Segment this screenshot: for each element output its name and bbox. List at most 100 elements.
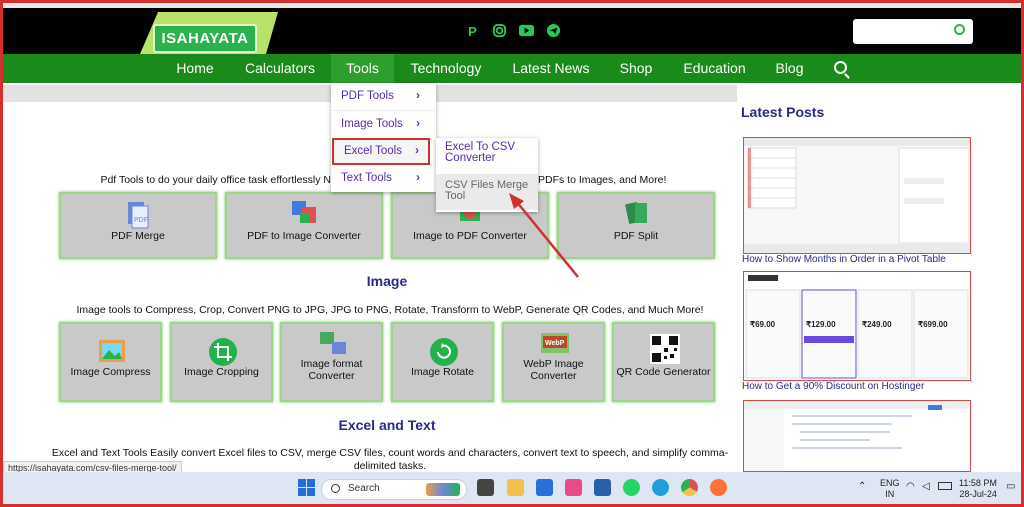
volume-icon[interactable]: ◁	[922, 481, 930, 492]
section-title-excel-text: Excel and Text	[338, 417, 436, 433]
section-title-image: Image	[366, 273, 408, 289]
chevron-up-icon[interactable]: ⌃	[858, 481, 866, 492]
submenu-excel-to-csv[interactable]: Excel To CSV Converter	[445, 141, 533, 164]
pdf-section-description: Pdf Tools to do your daily office task e…	[100, 174, 331, 186]
header-search-input[interactable]	[853, 19, 973, 44]
nav-calculators[interactable]: Calculators	[234, 54, 326, 83]
card-image-rotate[interactable]: Image Rotate	[391, 322, 494, 402]
menu-item-excel-tools[interactable]: Excel Tools ›	[332, 138, 430, 165]
menu-item-pdf-tools[interactable]: PDF Tools ›	[331, 83, 435, 110]
post-thumbnail-pivot[interactable]	[743, 137, 971, 254]
card-label: WebP Image Converter	[523, 358, 584, 382]
card-label: PDF to Image Converter	[247, 230, 361, 242]
post-thumbnail-code[interactable]	[743, 400, 971, 472]
post-link-pivot[interactable]: How to Show Months in Order in a Pivot T…	[742, 254, 946, 265]
pinterest-icon[interactable]: P	[464, 23, 481, 40]
card-image-compress[interactable]: Image Compress	[59, 322, 162, 402]
social-icons: P	[464, 23, 562, 40]
svg-text:WebP: WebP	[545, 340, 565, 347]
card-qr-code-generator[interactable]: QR Code Generator	[612, 322, 715, 402]
chevron-right-icon: ›	[416, 90, 420, 102]
price-single: ₹69.00	[750, 320, 776, 329]
card-pdf-merge[interactable]: PDF PDF Merge	[59, 192, 217, 259]
chevron-right-icon: ›	[415, 145, 419, 157]
submenu-csv-merge-tool[interactable]: CSV Files Merge Tool	[436, 174, 538, 210]
nav-education[interactable]: Education	[672, 54, 757, 83]
task-view-icon[interactable]	[477, 479, 494, 496]
search-icon	[331, 484, 340, 493]
nav-tools[interactable]: Tools	[331, 54, 394, 83]
nav-home[interactable]: Home	[165, 54, 225, 83]
wifi-icon[interactable]: ◠	[906, 481, 915, 492]
menu-item-label: Text Tools	[341, 172, 392, 184]
pdf-merge-icon: PDF	[124, 200, 152, 229]
price-premium: ₹129.00	[806, 320, 836, 329]
post-link-hostinger[interactable]: How to Get a 90% Discount on Hostinger	[742, 381, 924, 392]
whatsapp-icon[interactable]	[623, 479, 640, 496]
browser-top-strip	[0, 0, 1024, 8]
windows-start-icon[interactable]	[298, 479, 315, 496]
edge-icon[interactable]	[652, 479, 669, 496]
lang-line-1: ENG	[880, 478, 900, 488]
menu-item-label: Image Tools	[341, 118, 403, 130]
card-image-format-converter[interactable]: Image format Converter	[280, 322, 383, 402]
chevron-right-icon: ›	[416, 172, 420, 184]
notification-icon[interactable]: ▭	[1006, 481, 1015, 492]
image-section-description: Image tools to Compress, Crop, Convert P…	[76, 304, 704, 316]
chrome-icon[interactable]	[681, 479, 698, 496]
taskbar-search[interactable]: Search	[321, 479, 467, 500]
card-image-cropping[interactable]: Image Cropping	[170, 322, 273, 402]
taskbar-search-placeholder: Search	[348, 483, 380, 494]
store-icon[interactable]	[594, 479, 611, 496]
image-format-icon	[318, 330, 346, 358]
clock-date: 28-Jul-24	[959, 489, 997, 499]
instagram-icon[interactable]	[491, 23, 508, 40]
menu-item-text-tools[interactable]: Text Tools ›	[331, 165, 435, 192]
file-explorer-icon[interactable]	[507, 479, 524, 496]
card-label: Image Rotate	[410, 366, 475, 378]
menu-item-label: PDF Tools	[341, 90, 394, 102]
excel-section-description: Excel and Text Tools Easily convert Exce…	[51, 447, 729, 459]
lang-line-2: IN	[885, 489, 895, 499]
pdf-section-description-tail: PDFs to Images, and More!	[538, 174, 667, 186]
slack-icon[interactable]	[565, 479, 582, 496]
firefox-icon[interactable]	[710, 479, 727, 496]
price-cloud: ₹699.00	[918, 320, 948, 329]
site-logo[interactable]: ISAHAYATA	[153, 24, 257, 53]
card-label: Image Cropping	[184, 366, 259, 378]
card-pdf-split[interactable]: PDF Split	[557, 192, 715, 259]
pdf-to-image-icon	[290, 199, 318, 227]
price-business: ₹249.00	[862, 320, 892, 329]
post-thumbnail-hostinger[interactable]: ₹69.00 ₹129.00 ₹249.00 ₹699.00	[743, 271, 971, 381]
card-label: Image format Converter	[300, 358, 363, 382]
battery-icon[interactable]	[938, 482, 952, 490]
crop-icon	[208, 337, 237, 366]
card-label: PDF Merge	[111, 230, 165, 242]
nav-search-icon[interactable]	[834, 61, 847, 74]
telegram-icon[interactable]	[545, 23, 562, 40]
chevron-right-icon: ›	[416, 118, 420, 130]
menu-item-label: Excel Tools	[344, 145, 402, 157]
nav-shop[interactable]: Shop	[611, 54, 661, 83]
sidebar-title: Latest Posts	[741, 104, 825, 120]
search-highlight-icon	[426, 483, 460, 496]
card-label: PDF Split	[613, 230, 659, 242]
menu-item-image-tools[interactable]: Image Tools ›	[331, 110, 435, 137]
clock[interactable]: 11:58 PM 28-Jul-24	[959, 478, 997, 500]
meet-icon[interactable]	[536, 479, 553, 496]
nav-blog[interactable]: Blog	[767, 54, 812, 83]
nav-technology[interactable]: Technology	[400, 54, 492, 83]
youtube-icon[interactable]	[518, 23, 535, 40]
card-label: Image to PDF Converter	[413, 230, 527, 242]
webp-icon: WebP	[540, 330, 569, 358]
card-webp-converter[interactable]: WebP WebP Image Converter	[502, 322, 605, 402]
submenu-label: CSV Files Merge Tool	[445, 179, 529, 202]
card-label: QR Code Generator	[616, 366, 711, 378]
language-indicator[interactable]: ENG IN	[880, 478, 900, 500]
card-label: Image Compress	[70, 366, 151, 378]
search-icon[interactable]	[954, 24, 965, 35]
nav-latest-news[interactable]: Latest News	[501, 54, 601, 83]
image-compress-icon	[97, 338, 125, 366]
card-pdf-to-image[interactable]: PDF to Image Converter	[225, 192, 383, 259]
svg-text:PDF: PDF	[134, 217, 148, 224]
